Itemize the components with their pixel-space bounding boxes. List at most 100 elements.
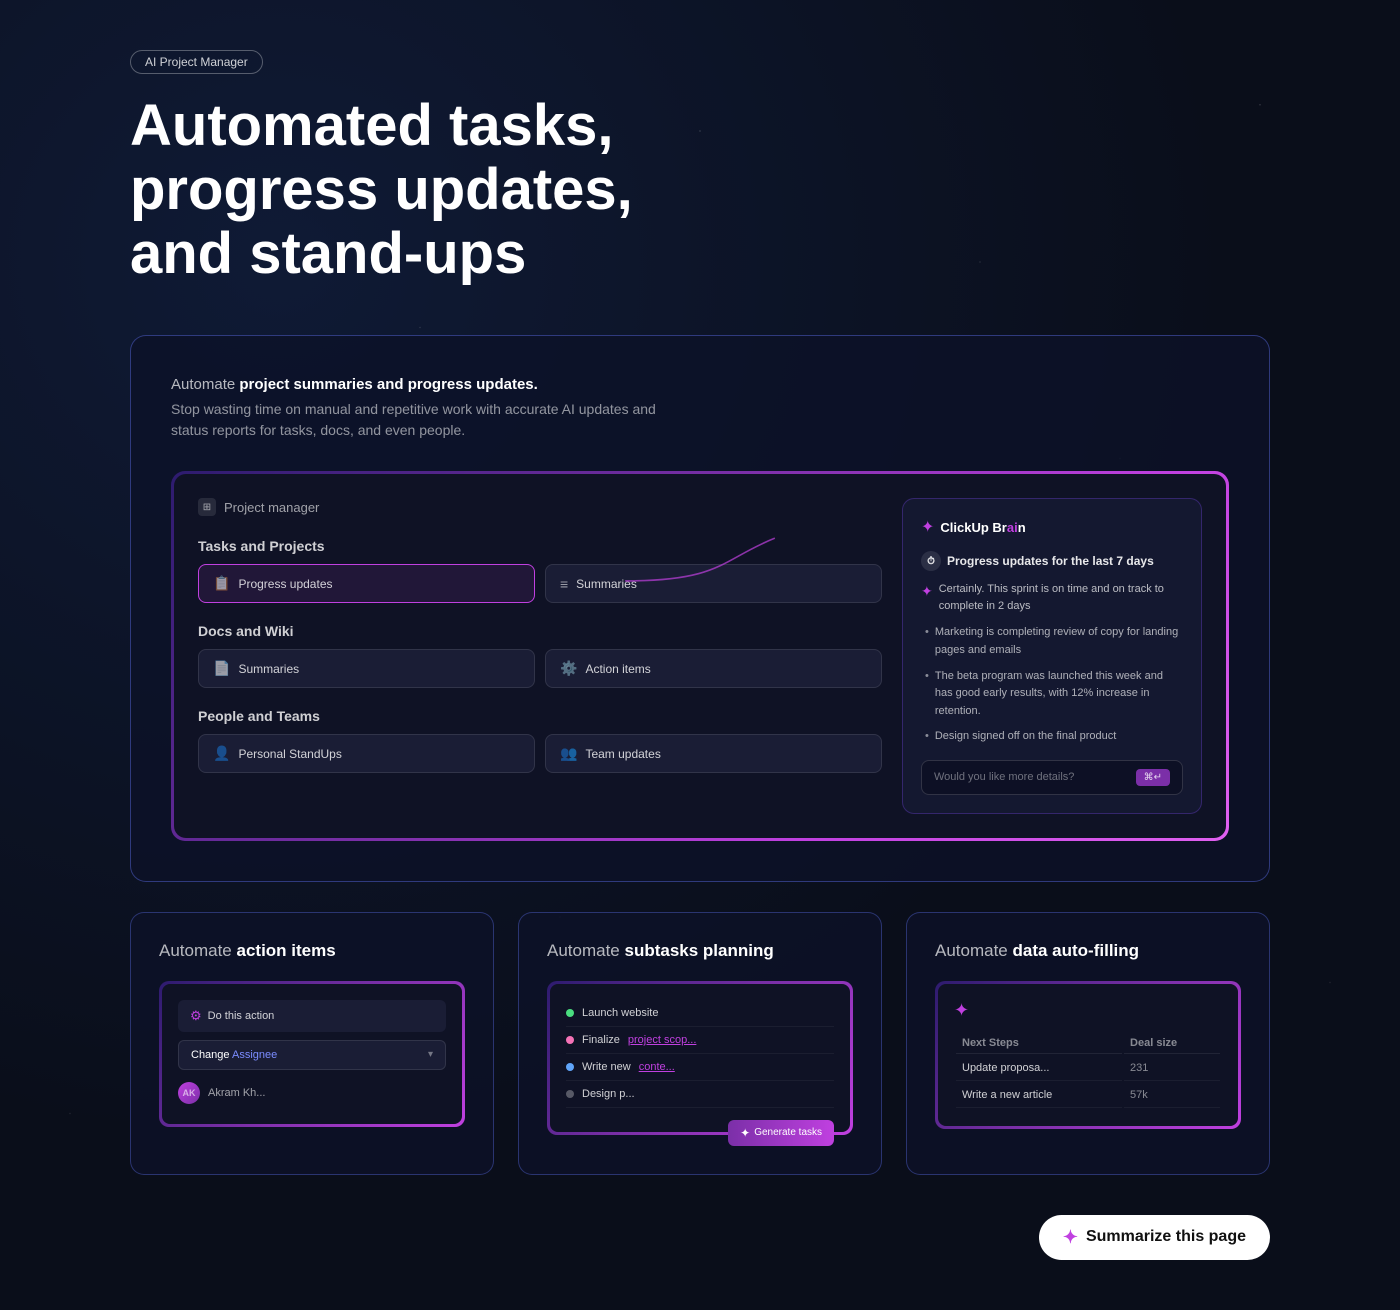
table-row-1-link: proposa... — [1001, 1062, 1050, 1074]
progress-icon: 📋 — [213, 575, 230, 592]
subtasks-mockup: Launch website Finalize project scop... … — [547, 981, 853, 1135]
dot-gray-icon — [566, 1090, 574, 1098]
chevron-down-icon: ▾ — [428, 1049, 433, 1060]
main-card-desc: Stop wasting time on manual and repetiti… — [171, 399, 671, 441]
bottom-cards-row: Automate action items ⚙ Do this action C… — [130, 912, 1270, 1175]
dot-blue-icon — [566, 1063, 574, 1071]
ui-mockup-header: ⊞ Project manager — [198, 498, 882, 516]
brain-panel-header: ✦ ClickUp Brain — [921, 517, 1183, 537]
subtasks-title-plain: Automate — [547, 941, 625, 960]
action-items-title-plain: Automate — [159, 941, 237, 960]
main-card-subtitle: Automate project summaries and progress … — [171, 376, 1229, 393]
team-updates-icon: 👥 — [560, 745, 577, 762]
action-mockup-inner: ⚙ Do this action Change Assignee ▾ AK Ak… — [162, 984, 462, 1124]
action-do-label: Do this action — [208, 1010, 275, 1022]
team-updates-label: Team updates — [585, 747, 660, 761]
action-select-row[interactable]: Change Assignee ▾ — [178, 1040, 446, 1070]
user-label: Akram Kh... — [208, 1087, 265, 1099]
brain-bullet-2: The beta program was launched this week … — [921, 668, 1183, 721]
team-updates-btn[interactable]: 👥 Team updates — [545, 734, 882, 773]
action-items-label: Action items — [585, 662, 650, 676]
data-spark-icon: ✦ — [954, 1000, 1222, 1021]
data-autofill-title-plain: Automate — [935, 941, 1013, 960]
subtask-item-3: Write new conte... — [566, 1054, 834, 1081]
table-header-next-steps: Next Steps — [956, 1033, 1122, 1054]
generate-tasks-label: Generate tasks — [754, 1127, 822, 1138]
brain-bullet-1-text: Marketing is completing review of copy f… — [935, 624, 1183, 659]
tasks-section-label: Tasks and Projects — [198, 538, 882, 554]
subtask-item-4: Design p... — [566, 1081, 834, 1108]
summaries-docs-icon: 📄 — [213, 660, 230, 677]
summarize-button[interactable]: ✦ Summarize this page — [1039, 1215, 1270, 1260]
main-card: Automate project summaries and progress … — [130, 335, 1270, 882]
table-row-1-col2: 231 — [1124, 1056, 1220, 1081]
page-container: AI Project Manager Automated tasks, prog… — [0, 0, 1400, 1310]
action-assignee-label: Assignee — [232, 1049, 277, 1061]
table-row: Write a new article 57k — [956, 1083, 1220, 1108]
progress-updates-btn[interactable]: 📋 Progress updates — [198, 564, 535, 603]
action-user-row: AK Akram Kh... — [178, 1078, 446, 1108]
table-row-1-plain: Update — [962, 1062, 1001, 1074]
table-row-1-col1: Update proposa... — [956, 1056, 1122, 1081]
subtask-4-plain: Design p... — [582, 1088, 635, 1100]
table-row: Update proposa... 231 — [956, 1056, 1220, 1081]
brain-question-icon: ⏱ — [921, 551, 941, 571]
dot-green-icon — [566, 1009, 574, 1017]
project-manager-icon: ⊞ — [198, 498, 216, 516]
subtask-item-2: Finalize project scop... — [566, 1027, 834, 1054]
generate-star-icon: ✦ — [740, 1126, 750, 1140]
brain-question-text: Progress updates for the last 7 days — [947, 554, 1154, 568]
summaries-docs-label: Summaries — [238, 662, 299, 676]
summarize-row: ✦ Summarize this page — [130, 1215, 1270, 1260]
brain-bullets: Marketing is completing review of copy f… — [921, 624, 1183, 746]
brain-logo: ClickUp Brain — [940, 520, 1025, 535]
brain-bullet-3: Design signed off on the final product — [921, 728, 1183, 746]
brain-input-placeholder: Would you like more details? — [934, 771, 1074, 783]
subtask-2-plain: Finalize — [582, 1034, 620, 1046]
data-mockup: ✦ Next Steps Deal size Update proposa. — [935, 981, 1241, 1129]
subtask-3-plain: Write new — [582, 1061, 631, 1073]
table-row-2-link: new article — [1000, 1089, 1053, 1101]
subtask-1-text: Launch website — [582, 1007, 658, 1019]
brain-input[interactable]: Would you like more details? ⌘↵ — [921, 760, 1183, 795]
generate-tasks-btn[interactable]: ✦ Generate tasks — [728, 1120, 834, 1146]
action-items-btn[interactable]: ⚙️ Action items — [545, 649, 882, 688]
subtask-item-1: Launch website — [566, 1000, 834, 1027]
subtasks-inner: Launch website Finalize project scop... … — [550, 984, 850, 1132]
brain-submit-label: ⌘↵ — [1144, 772, 1162, 783]
hero-title: Automated tasks, progress updates, and s… — [130, 94, 730, 285]
action-mockup: ⚙ Do this action Change Assignee ▾ AK Ak… — [159, 981, 465, 1127]
people-section-label: People and Teams — [198, 708, 882, 724]
brain-answer: ✦ Certainly. This sprint is on time and … — [921, 581, 1183, 614]
docs-grid: 📄 Summaries ⚙️ Action items — [198, 649, 882, 688]
summaries-docs-btn[interactable]: 📄 Summaries — [198, 649, 535, 688]
brain-bullet-1: Marketing is completing review of copy f… — [921, 624, 1183, 659]
summarize-star-icon: ✦ — [1063, 1227, 1078, 1248]
summaries-tasks-icon: ≡ — [560, 576, 568, 592]
brain-answer-star: ✦ — [921, 581, 933, 614]
avatar: AK — [178, 1082, 200, 1104]
action-do-icon: ⚙ — [190, 1008, 202, 1024]
action-change-label: Change Assignee — [191, 1049, 277, 1061]
summaries-tasks-label: Summaries — [576, 577, 637, 591]
brain-panel: ✦ ClickUp Brain ⏱ Progress updates for t… — [902, 498, 1202, 814]
badge: AI Project Manager — [130, 50, 263, 74]
table-row-2-plain: Write a — [962, 1089, 1000, 1101]
action-do-row: ⚙ Do this action — [178, 1000, 446, 1032]
brain-submit-btn[interactable]: ⌘↵ — [1136, 769, 1170, 786]
data-autofill-card-title: Automate data auto-filling — [935, 941, 1241, 961]
brain-bullet-3-text: Design signed off on the final product — [935, 728, 1116, 746]
data-autofill-card: Automate data auto-filling ✦ Next Steps … — [906, 912, 1270, 1175]
subtasks-title-bold: subtasks planning — [625, 941, 774, 960]
summarize-label: Summarize this page — [1086, 1228, 1246, 1246]
action-items-icon: ⚙️ — [560, 660, 577, 677]
personal-standups-label: Personal StandUps — [238, 747, 341, 761]
main-card-subtitle-bold: project summaries and progress updates. — [239, 376, 537, 393]
dot-pink-icon — [566, 1036, 574, 1044]
brain-star-icon: ✦ — [921, 517, 934, 537]
personal-standups-btn[interactable]: 👤 Personal StandUps — [198, 734, 535, 773]
summaries-tasks-btn[interactable]: ≡ Summaries — [545, 564, 882, 603]
tasks-grid: 📋 Progress updates ≡ Summaries — [198, 564, 882, 603]
brain-bullet-2-text: The beta program was launched this week … — [935, 668, 1183, 721]
docs-section-label: Docs and Wiki — [198, 623, 882, 639]
